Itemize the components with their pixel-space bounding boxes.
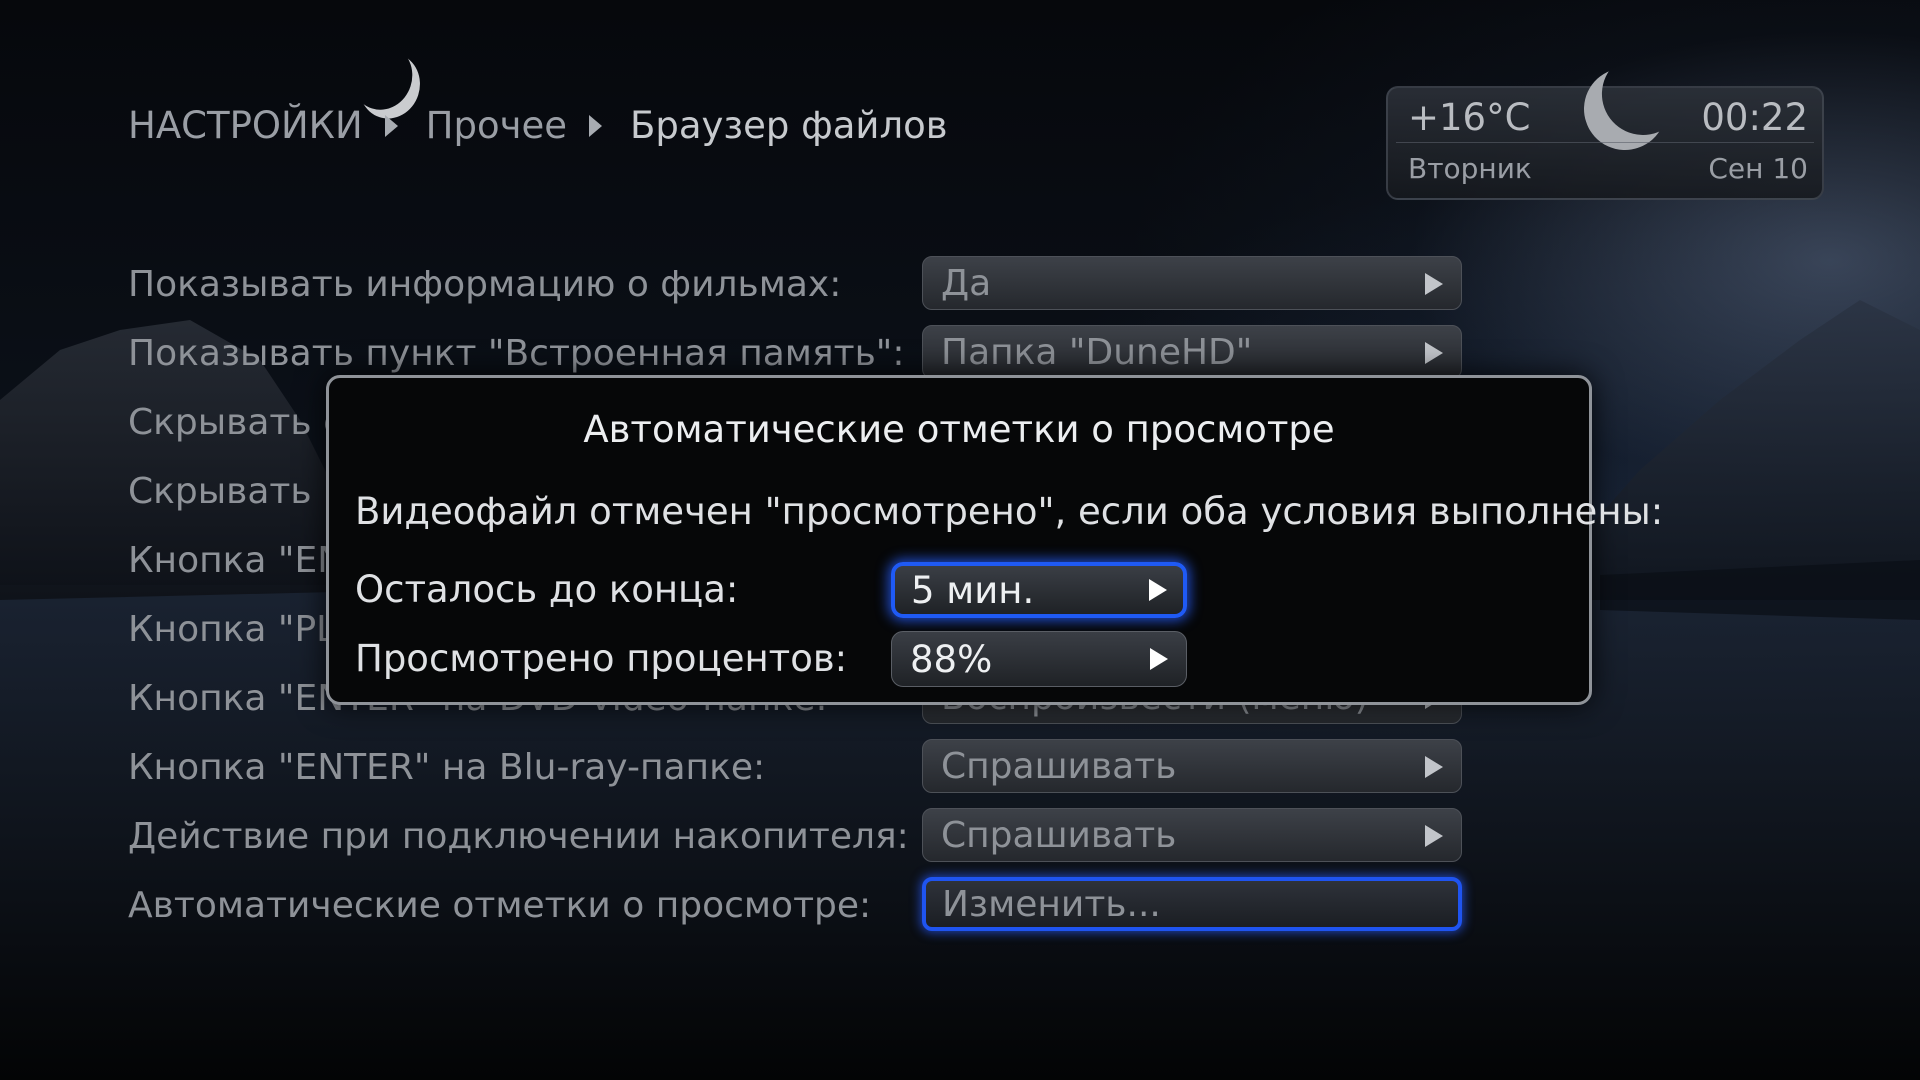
setting-value: Папка "DuneHD" <box>941 332 1253 373</box>
date: Сен 10 <box>1708 152 1808 185</box>
weather-clock-widget: +16°C 00:22 Вторник Сен 10 <box>1386 86 1824 200</box>
weekday: Вторник <box>1408 152 1532 185</box>
auto-watched-dialog: Автоматические отметки о просмотре Видео… <box>326 375 1663 705</box>
watched-percent-selector[interactable]: 88% <box>891 631 1187 687</box>
setting-label: Автоматические отметки о просмотре: <box>128 885 872 926</box>
arrow-right-icon <box>1425 273 1443 295</box>
remaining-time-row[interactable]: Осталось до конца: 5 мин. <box>355 562 1187 620</box>
setting-row-movie-info[interactable]: Показывать информацию о фильмах: Да <box>128 256 1468 314</box>
breadcrumb-separator-icon <box>588 114 602 137</box>
setting-label: Показывать пункт "Встроенная память": <box>128 333 905 374</box>
setting-label: Скрывать с <box>128 402 343 443</box>
arrow-right-icon <box>1149 579 1167 601</box>
temperature: +16°C <box>1408 96 1531 139</box>
change-button[interactable]: Изменить... <box>922 877 1462 931</box>
setting-row-auto-watched[interactable]: Автоматические отметки о просмотре: Изме… <box>128 877 1468 935</box>
watched-percent-row[interactable]: Просмотрено процентов: 88% <box>355 631 1187 689</box>
arrow-right-icon <box>1425 756 1443 778</box>
setting-value: Изменить... <box>942 884 1161 925</box>
setting-value-selector[interactable]: Спрашивать <box>922 808 1462 862</box>
screen: НАСТРОЙКИ Прочее Браузер файлов +16°C 00… <box>0 0 1920 1080</box>
arrow-right-icon <box>1425 825 1443 847</box>
clock-time: 00:22 <box>1701 96 1808 139</box>
arrow-right-icon <box>1425 342 1443 364</box>
breadcrumb-section[interactable]: Прочее <box>426 104 567 147</box>
setting-value-selector[interactable]: Папка "DuneHD" <box>922 325 1462 379</box>
remaining-time-selector[interactable]: 5 мин. <box>891 562 1187 618</box>
setting-label: Действие при подключении накопителя: <box>128 816 909 857</box>
arrow-right-icon <box>1150 648 1168 670</box>
setting-value-selector[interactable]: Да <box>922 256 1462 310</box>
setting-value: Да <box>941 263 992 304</box>
watched-percent-label: Просмотрено процентов: <box>355 637 848 680</box>
dialog-title: Автоматические отметки о просмотре <box>583 408 1335 451</box>
breadcrumb-root[interactable]: НАСТРОЙКИ <box>128 104 363 147</box>
remaining-time-value: 5 мин. <box>911 569 1035 612</box>
setting-label: Скрывать п <box>128 471 347 512</box>
setting-label: Кнопка "EN <box>128 540 345 581</box>
breadcrumb-separator-icon <box>384 114 398 137</box>
setting-row-bluray-folder[interactable]: Кнопка "ENTER" на Blu-ray-папке: Спрашив… <box>128 739 1468 797</box>
setting-value: Спрашивать <box>941 815 1177 856</box>
setting-label: Кнопка "PL <box>128 609 337 650</box>
breadcrumb-current: Браузер файлов <box>629 104 948 147</box>
remaining-time-label: Осталось до конца: <box>355 568 739 611</box>
setting-value-selector[interactable]: Спрашивать <box>922 739 1462 793</box>
breadcrumb: НАСТРОЙКИ Прочее Браузер файлов <box>128 104 948 147</box>
setting-value: Спрашивать <box>941 746 1177 787</box>
watched-percent-value: 88% <box>910 638 993 681</box>
setting-row-storage-connect[interactable]: Действие при подключении накопителя: Спр… <box>128 808 1468 866</box>
setting-label: Кнопка "ENTER" на Blu-ray-папке: <box>128 747 766 788</box>
setting-label: Показывать информацию о фильмах: <box>128 264 842 305</box>
widget-divider <box>1396 142 1814 143</box>
dialog-description: Видеофайл отмечен "просмотрено", если об… <box>355 490 1664 533</box>
